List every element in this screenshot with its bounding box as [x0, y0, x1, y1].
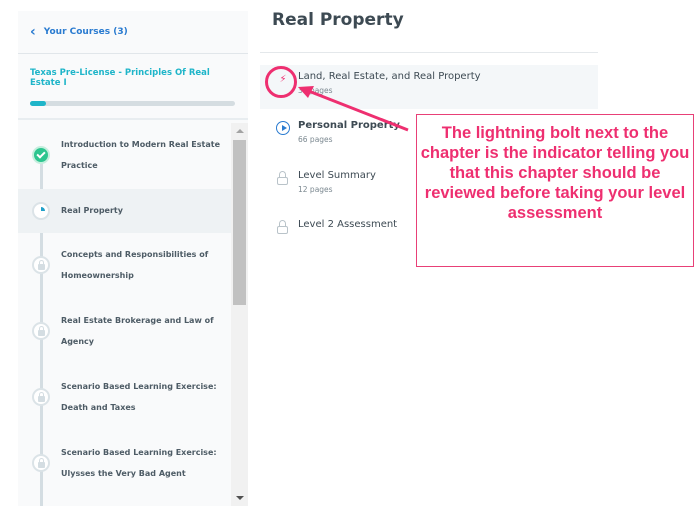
- chapter-label: Scenario Based Learning Exercise: Ulysse…: [61, 448, 217, 478]
- lesson-pages: 36 pages: [298, 86, 333, 95]
- lesson-title: Level Summary: [298, 170, 376, 181]
- annotation-callout: The lightning bolt next to the chapter i…: [416, 114, 694, 267]
- lock-icon: [276, 171, 290, 185]
- scroll-down-arrow-icon[interactable]: [236, 496, 244, 500]
- annotation-text: The lightning bolt next to the chapter i…: [420, 124, 690, 222]
- course-header: Texas Pre-License - Principles Of Real E…: [18, 54, 248, 120]
- back-to-courses-link[interactable]: ‹ Your Courses (3): [18, 11, 248, 54]
- chapter-list: Introduction to Modern Real Estate Pract…: [18, 123, 231, 506]
- page-title: Real Property: [272, 10, 404, 30]
- chapter-item[interactable]: Scenario Based Learning Exercise: Death …: [18, 365, 231, 431]
- scrollbar-thumb[interactable]: [233, 140, 246, 305]
- chapter-label: Scenario Based Learning Exercise: Death …: [61, 382, 217, 412]
- lesson-title: Level 2 Assessment: [298, 219, 398, 230]
- chapter-item[interactable]: Scenario Based Learning Exercise: Ulysse…: [18, 431, 231, 497]
- play-icon: [276, 121, 290, 135]
- lock-icon: [276, 220, 290, 234]
- chapter-label: Real Estate Brokerage and Law of Agency: [61, 316, 214, 346]
- chapter-label: Concepts and Responsibilities of Homeown…: [61, 250, 209, 280]
- scroll-up-arrow-icon[interactable]: [236, 129, 244, 133]
- in-progress-pie-icon: [32, 202, 50, 220]
- course-progress-bar: [30, 101, 235, 106]
- annotation-highlight-circle: [265, 66, 297, 98]
- lock-icon: [32, 322, 50, 340]
- lock-icon: [32, 388, 50, 406]
- lesson-title: Personal Property: [298, 120, 400, 131]
- lesson-pages: 66 pages: [298, 135, 333, 144]
- lesson-title: Land, Real Estate, and Real Property: [298, 71, 481, 82]
- chapter-label: Introduction to Modern Real Estate Pract…: [61, 140, 220, 170]
- lock-icon: [32, 256, 50, 274]
- completed-check-icon: [32, 146, 50, 164]
- lesson-pages: 12 pages: [298, 185, 333, 194]
- sidebar-scrollbar[interactable]: [231, 123, 248, 506]
- course-title: Texas Pre-License - Principles Of Real E…: [30, 68, 210, 88]
- course-sidebar: ‹ Your Courses (3) Texas Pre-License - P…: [18, 11, 248, 506]
- chevron-left-icon: ‹: [30, 24, 36, 40]
- chapter-item-active[interactable]: Real Property: [18, 189, 231, 233]
- course-progress-fill: [30, 101, 47, 106]
- back-label: Your Courses (3): [43, 27, 128, 37]
- lesson-item[interactable]: ⚡︎ Land, Real Estate, and Real Property …: [260, 65, 598, 109]
- chapter-label: Real Property: [61, 206, 123, 215]
- chapter-item[interactable]: Introduction to Modern Real Estate Pract…: [18, 123, 231, 188]
- lock-icon: [32, 454, 50, 472]
- chapter-item[interactable]: Real Estate Brokerage and Law of Agency: [18, 299, 231, 365]
- title-divider: [260, 52, 598, 53]
- chapter-item[interactable]: Concepts and Responsibilities of Homeown…: [18, 233, 231, 299]
